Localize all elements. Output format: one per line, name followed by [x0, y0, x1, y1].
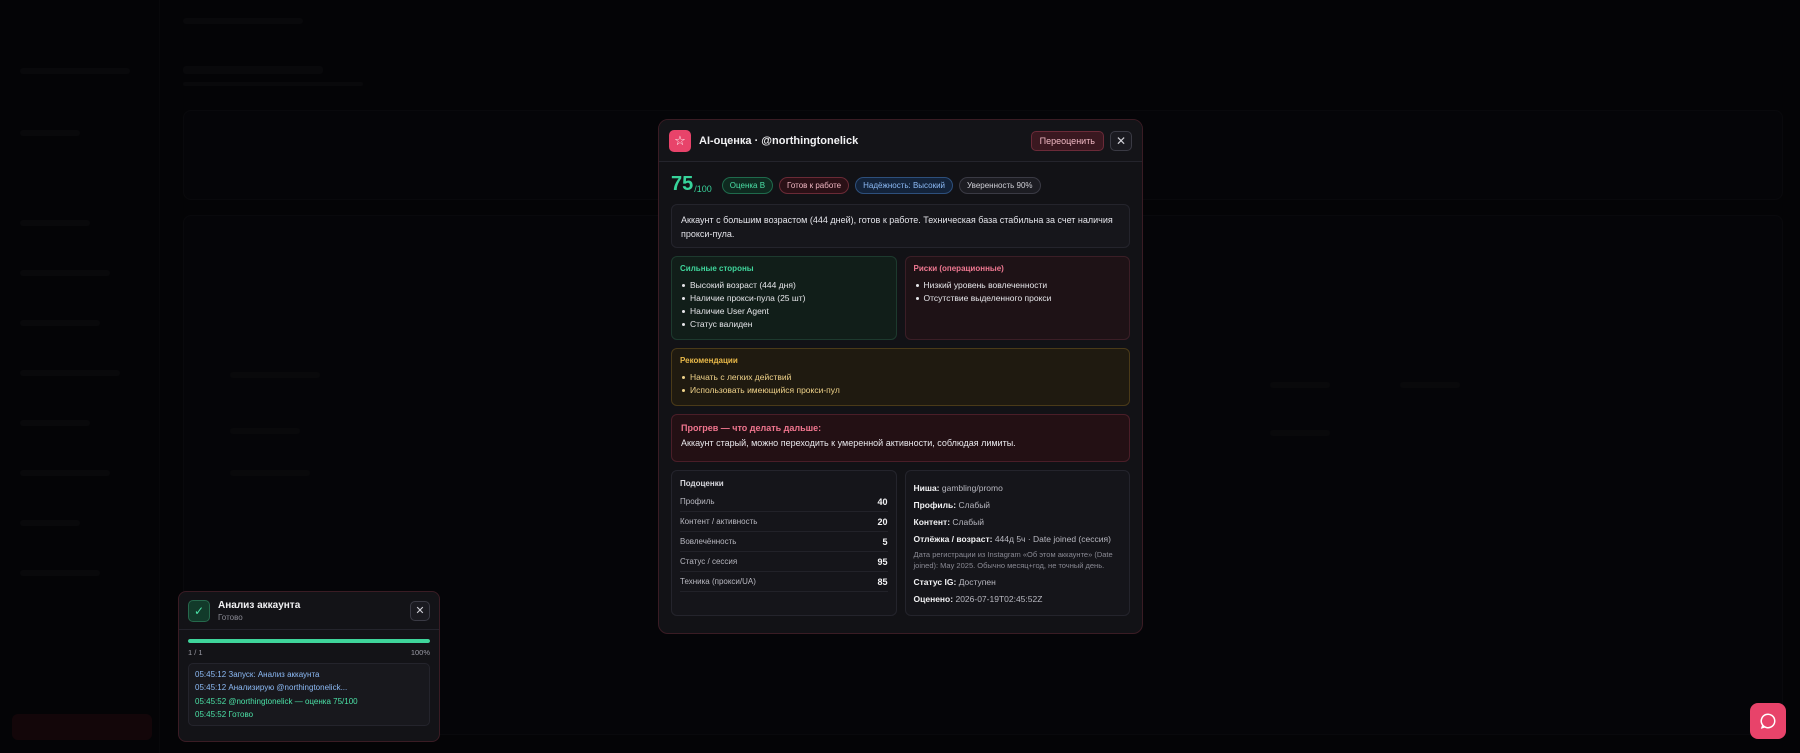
meta-profile: Профиль: Слабый: [913, 500, 991, 510]
meta-age: Отлёжка / возраст: 444д 5ч · Date joined…: [913, 534, 1111, 544]
grade-badge: Оценка B: [721, 177, 774, 194]
meta-status: Статус IG: Доступен: [913, 577, 996, 587]
close-icon[interactable]: ✕: [410, 600, 430, 621]
subscores-title: Подоценки: [680, 479, 724, 488]
log-line: 05:45:52 Готово: [195, 709, 254, 719]
score-row: 75 /100 Оценка B Готов к работе Надёжнос…: [659, 162, 1142, 194]
subscore-value: 20: [877, 516, 888, 527]
panel-title: Анализ аккаунта: [218, 599, 301, 611]
subscore-label: Техника (прокси/UA): [680, 577, 756, 586]
score-max: /100: [694, 184, 712, 194]
list-item: Низкий уровень вовлеченности: [914, 279, 1122, 292]
recommendations-box: Рекомендации Начать с легких действий Ис…: [671, 348, 1130, 406]
subscore-value: 85: [877, 576, 888, 587]
subscore-row: Техника (прокси/UA) 85: [680, 572, 888, 592]
subscore-label: Профиль: [680, 497, 715, 506]
meta-box: Ниша: gambling/promo Профиль: Слабый Кон…: [904, 470, 1130, 616]
summary-text: Аккаунт с большим возрастом (444 дней), …: [671, 204, 1130, 248]
panel-subtitle: Готово: [218, 612, 243, 622]
strengths-box: Сильные стороны Высокий возраст (444 дня…: [671, 256, 897, 340]
subscore-label: Вовлечённость: [680, 537, 737, 546]
progress-percent: 100%: [410, 648, 430, 657]
subscore-value: 40: [877, 496, 888, 507]
subscore-row: Вовлечённость 5: [680, 532, 888, 552]
rescore-button[interactable]: Переоценить: [1030, 130, 1104, 151]
modal-header: ☆ AI-оценка · @northingtonelick Переоцен…: [659, 120, 1142, 162]
subscores-box: Подоценки Профиль 40 Контент / активность…: [671, 470, 897, 616]
subscore-row: Контент / активность 20: [680, 512, 888, 532]
log-box: 05:45:12 Запуск: Анализ аккаунта 05:45:1…: [188, 663, 430, 726]
list-item: Высокий возраст (444 дня): [680, 279, 888, 292]
chat-button[interactable]: [1750, 703, 1786, 739]
check-icon: ✓: [188, 599, 210, 622]
subscore-label: Контент / активность: [680, 517, 758, 526]
close-icon[interactable]: ✕: [1110, 130, 1132, 151]
log-line: 05:45:52 @northingtonelick — оценка 75/1…: [195, 696, 358, 706]
meta-content: Контент: Слабый: [913, 517, 984, 527]
chat-icon: [1760, 713, 1776, 729]
meta-rated: Оценено: 2026-07-19T02:45:52Z: [913, 594, 1043, 604]
list-item: Отсутствие выделенного прокси: [914, 292, 1122, 305]
risks-title: Риски (операционные): [913, 264, 1004, 273]
subscore-value: 5: [882, 536, 888, 547]
ai-score-modal: ☆ AI-оценка · @northingtonelick Переоцен…: [658, 119, 1143, 634]
list-item: Начать с легких действий: [680, 371, 1121, 384]
analysis-panel: ✓ Анализ аккаунта Готово ✕ 1 / 1 100% 05…: [178, 591, 440, 742]
modal-title: AI-оценка · @northingtonelick: [699, 134, 859, 147]
risks-box: Риски (операционные) Низкий уровень вовл…: [904, 256, 1130, 340]
list-item: Статус валиден: [680, 318, 888, 331]
score-value: 75: [671, 173, 694, 195]
progress-count: 1 / 1: [188, 648, 203, 657]
ready-badge: Готов к работе: [779, 177, 850, 194]
subscore-row: Статус / сессия 95: [680, 552, 888, 572]
log-line: 05:45:12 Запуск: Анализ аккаунта: [195, 670, 320, 679]
warmup-title: Прогрев — что делать дальше:: [681, 423, 822, 433]
warmup-box: Прогрев — что делать дальше: Аккаунт ста…: [671, 414, 1130, 462]
reliability-badge: Надёжность: Высокий: [855, 177, 954, 194]
list-item: Наличие прокси-пула (25 шт): [680, 292, 888, 305]
confidence-badge: Уверенность 90%: [959, 177, 1041, 194]
star-icon: ☆: [669, 129, 691, 152]
log-line: 05:45:12 Анализирую @northingtonelick...: [195, 683, 348, 693]
warmup-text: Аккаунт старый, можно переходить к умере…: [681, 438, 1016, 448]
progress-fill: [188, 639, 430, 643]
subscore-label: Статус / сессия: [680, 557, 738, 566]
subscore-row: Профиль 40: [680, 492, 888, 512]
meta-age-note: Дата регистрации из Instagram «Об этом а…: [913, 550, 1113, 570]
meta-niche: Ниша: gambling/promo: [913, 483, 1003, 493]
strengths-title: Сильные стороны: [680, 264, 754, 273]
progress-bar: [188, 639, 430, 643]
list-item: Наличие User Agent: [680, 305, 888, 318]
list-item: Использовать имеющийся прокси-пул: [680, 384, 1121, 397]
subscore-value: 95: [877, 556, 888, 567]
recommendations-title: Рекомендации: [680, 356, 738, 365]
